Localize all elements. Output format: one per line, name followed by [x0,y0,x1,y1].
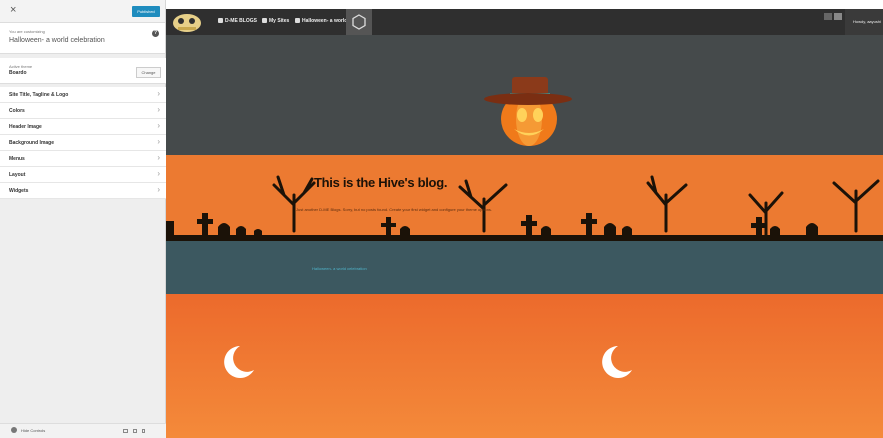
hero-banner: This is the Hive's blog. Just another D-… [166,155,883,241]
site-logo[interactable] [170,9,204,35]
section-layout[interactable]: Layout › [0,167,166,183]
sites-icon [262,18,267,24]
content-background [166,294,883,438]
customizer-header: × Published [0,0,165,23]
help-icon[interactable]: ? [152,30,159,37]
active-theme-name: Boardo [9,70,27,76]
section-label: Site Title, Tagline & Logo [9,92,69,98]
close-icon[interactable]: × [10,4,16,16]
section-background-image[interactable]: Background Image › [0,135,166,151]
navigation-bar: Halloween- a world celebration [166,241,883,294]
chevron-right-icon: › [157,153,160,162]
chevron-right-icon: › [157,185,160,194]
section-colors[interactable]: Colors › [0,103,166,119]
customizing-info: You are customizing Halloween- a world c… [0,23,165,54]
section-label: Widgets [9,188,29,194]
admin-bar-my-sites[interactable]: My Sites [262,18,289,24]
chevron-right-icon: › [157,105,160,114]
hide-controls-label[interactable]: Hide Controls [21,428,45,433]
account-menu[interactable]: Howdy, aayushi [845,9,883,35]
customize-icon[interactable] [346,9,372,35]
active-theme-panel: Active theme Boardo Change [0,58,166,84]
section-header-image[interactable]: Header Image › [0,119,166,135]
admin-bar-dme-blogs[interactable]: D-ME BLOGS [218,18,257,24]
nav-link-home[interactable]: Halloween- a world celebration [312,266,367,271]
section-widgets[interactable]: Widgets › [0,183,166,199]
section-label: Layout [9,172,26,178]
mobile-preview-icon[interactable] [142,429,145,433]
section-label: Menus [9,156,25,162]
customizer-footer: Hide Controls [0,423,166,438]
header-image [166,35,883,155]
moon-icon [602,346,632,378]
site-preview: D-ME BLOGS My Sites Halloween- a world..… [166,0,883,438]
admin-bar-site-name[interactable]: Halloween- a world... [295,18,351,24]
section-label: Colors [9,108,25,114]
site-title: Halloween- a world celebration [9,37,105,44]
section-label: Background Image [9,140,55,146]
chevron-right-icon: › [157,169,160,178]
active-theme-label: Active theme [9,64,33,69]
chevron-right-icon: › [157,121,160,130]
hide-controls-icon[interactable] [11,427,17,433]
moon-icon [224,346,254,378]
chevron-right-icon: › [157,137,160,146]
admin-bar: D-ME BLOGS My Sites Halloween- a world..… [166,9,883,35]
customizing-label: You are customizing [9,29,45,34]
howdy-label: Howdy, aayushi [853,19,881,24]
blog-description: Just another D-ME Blogs. Sorry, but no p… [296,207,493,212]
section-menus[interactable]: Menus › [0,151,166,167]
graveyard-trees-illustration [166,175,883,241]
publish-button[interactable]: Published [132,6,160,17]
section-site-identity[interactable]: Site Title, Tagline & Logo › [0,87,166,103]
home-icon [218,18,223,24]
change-theme-button[interactable]: Change [136,67,161,78]
customizer-sidebar: × Published You are customizing Hallowee… [0,0,166,438]
screen-options-icon[interactable] [824,13,832,20]
desktop-preview-icon[interactable] [123,429,128,433]
fullscreen-icon[interactable] [834,13,842,20]
pumpkin-image [484,77,572,146]
blog-title[interactable]: This is the Hive's blog. [314,175,447,190]
chevron-right-icon: › [157,89,160,98]
site-icon [295,18,300,24]
tablet-preview-icon[interactable] [133,429,137,433]
section-label: Header Image [9,124,42,130]
